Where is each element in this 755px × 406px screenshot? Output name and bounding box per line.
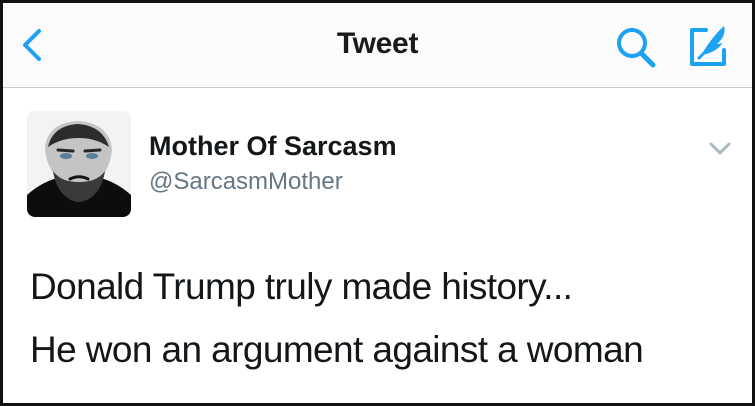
search-button[interactable] [614,25,660,69]
author-handle[interactable]: @SarcasmMother [149,168,343,196]
top-navigation-bar: Tweet [3,3,752,88]
tweet-screenshot-frame: Tweet Mother Of Sarcasm @SarcasmMother D… [0,0,755,406]
tweet-options-button[interactable] [705,136,735,160]
tweet-text: Donald Trump truly made history... He wo… [30,255,745,381]
tweet-text-line: Donald Trump truly made history... [30,266,573,307]
search-icon [617,28,656,68]
compose-tweet-button[interactable] [684,20,734,70]
profile-photo [27,111,131,217]
author-display-name[interactable]: Mother Of Sarcasm [149,131,397,162]
tweet-detail: Mother Of Sarcasm @SarcasmMother Donald … [3,88,752,403]
author-avatar[interactable] [27,111,131,217]
tweet-text-line: He won an argument against a woman [30,329,644,370]
compose-tweet-icon [690,26,726,66]
chevron-down-icon [709,142,731,155]
